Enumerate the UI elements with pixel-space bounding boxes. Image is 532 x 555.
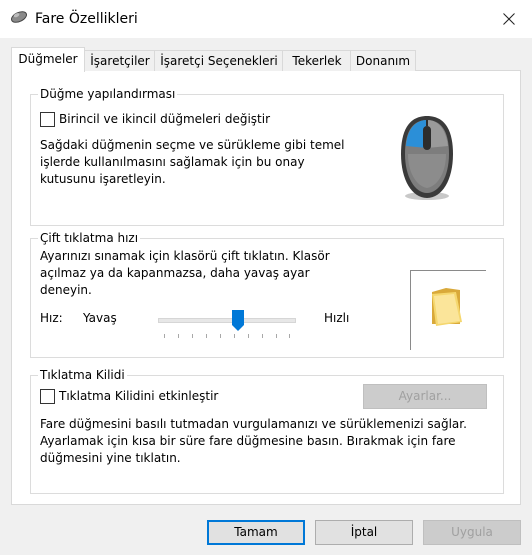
click-lock-desc-line2: Ayarlamak için kısa bir süre fare düğmes… xyxy=(40,434,456,448)
tab-pointers[interactable]: İşaretçiler xyxy=(84,50,156,71)
close-icon xyxy=(503,13,515,25)
button-config-desc-line1: Sağdaki düğmenin seçme ve sürükleme gibi… xyxy=(40,138,345,152)
click-lock-settings-button[interactable]: Ayarlar... xyxy=(363,384,487,409)
click-lock-label: Tıklatma Kilidini etkinleştir xyxy=(59,389,219,403)
speed-label: Hız: xyxy=(40,311,63,325)
ok-button[interactable]: Tamam xyxy=(207,520,305,545)
swap-buttons-checkbox[interactable] xyxy=(40,112,55,127)
close-button[interactable] xyxy=(486,0,532,38)
speed-slider-ticks xyxy=(164,334,290,338)
folder-test-area[interactable] xyxy=(410,270,486,350)
mouse-icon xyxy=(10,10,28,24)
tab-wheel[interactable]: Tekerlek xyxy=(282,50,352,71)
mouse-illustration-icon xyxy=(401,116,453,200)
tab-pointer-options[interactable]: İşaretçi Seçenekleri xyxy=(154,50,284,71)
slow-label: Yavaş xyxy=(83,311,117,325)
folder-icon xyxy=(410,270,486,350)
speed-slider-track[interactable] xyxy=(158,318,296,323)
speed-slider-thumb[interactable] xyxy=(232,310,244,332)
double-click-desc-line2: açılmaz ya da kapanmazsa, daha yavaş aya… xyxy=(40,266,310,280)
double-click-title: Çift tıklatma hızı xyxy=(38,230,141,246)
button-config-title: Düğme yapılandırması xyxy=(38,86,178,102)
button-config-desc-line3: kutusunu işaretleyin. xyxy=(40,172,166,186)
click-lock-title: Tıklatma Kilidi xyxy=(38,367,127,383)
double-click-desc-line3: deneyin. xyxy=(40,283,92,297)
apply-button[interactable]: Uygula xyxy=(423,520,521,545)
swap-buttons-label: Birincil ve ikincil düğmeleri değiştir xyxy=(59,112,271,126)
click-lock-desc-line3: düğmesini yine tıklatın. xyxy=(40,451,181,465)
cancel-button[interactable]: İptal xyxy=(315,520,413,545)
double-click-desc-line1: Ayarınızı sınamak için klasörü çift tıkl… xyxy=(40,249,330,263)
tab-hardware[interactable]: Donanım xyxy=(350,50,416,71)
title-bar: Fare Özellikleri xyxy=(0,0,532,38)
click-lock-desc-line1: Fare düğmesini basılı tutmadan vurgulama… xyxy=(40,417,467,431)
button-config-desc-line2: işlerde kullanılmasını sağlamak için bu … xyxy=(40,155,305,169)
click-lock-checkbox[interactable] xyxy=(40,389,55,404)
fast-label: Hızlı xyxy=(324,311,350,325)
window-title: Fare Özellikleri xyxy=(35,11,138,27)
tab-buttons[interactable]: Düğmeler xyxy=(11,47,85,72)
